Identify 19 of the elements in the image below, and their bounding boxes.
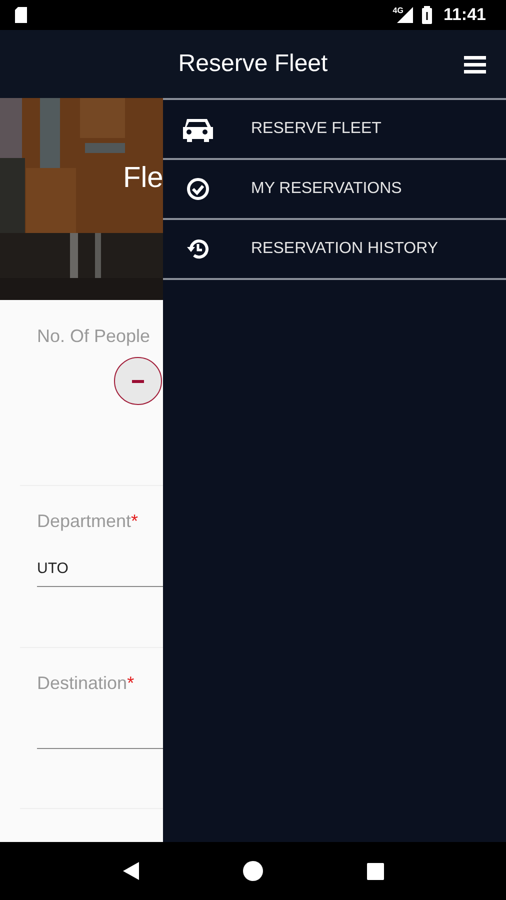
home-button[interactable] [242, 860, 264, 882]
history-icon [186, 237, 210, 261]
field-label: Destination* [37, 673, 136, 694]
battery-icon [421, 6, 434, 24]
drawer-menu-item[interactable]: MY RESERVATIONS [163, 160, 506, 220]
field-label: No. Of People [37, 326, 152, 347]
clock-time: 11:41 [443, 5, 486, 25]
decrement-button[interactable] [114, 357, 162, 405]
field-label: Department* [37, 511, 140, 532]
drawer-menu-item[interactable]: RESERVATION HISTORY [163, 220, 506, 280]
sim-card-icon [14, 6, 28, 24]
back-button[interactable] [120, 860, 141, 882]
check-circle-icon [186, 177, 210, 201]
app-title: Reserve Fleet [178, 50, 328, 78]
network-type: 4G [392, 6, 404, 15]
menu-button[interactable] [464, 56, 486, 74]
recents-button[interactable] [366, 862, 386, 880]
drawer-menu-item[interactable]: RESERVE FLEET [163, 100, 506, 160]
hero-title: Fle [123, 162, 163, 195]
